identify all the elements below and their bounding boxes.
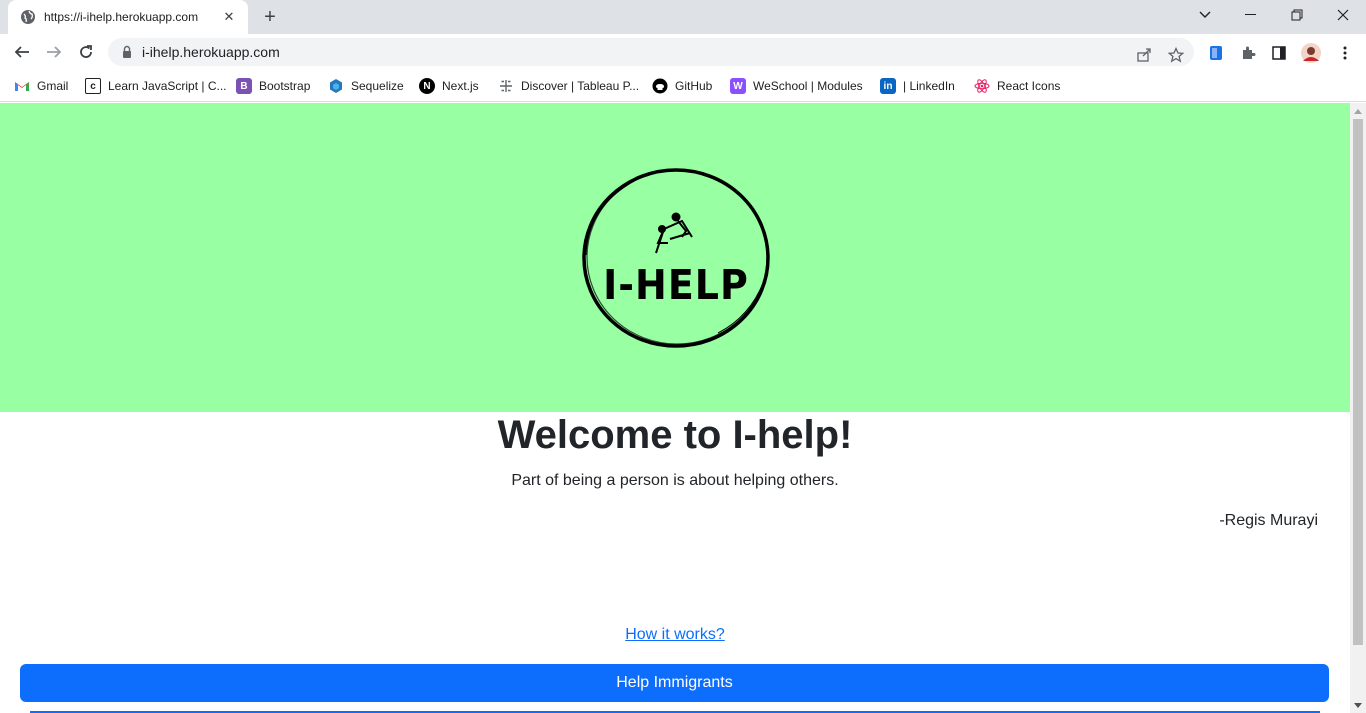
how-it-works-link[interactable]: How it works?	[0, 626, 1350, 644]
bookmark-label: Next.js	[442, 79, 479, 93]
bootstrap-icon: B	[236, 78, 252, 94]
bookmark-label: React Icons	[997, 79, 1061, 93]
bookmark-codecademy[interactable]: c Learn JavaScript | C...	[85, 75, 227, 97]
close-window-button[interactable]	[1320, 0, 1366, 30]
reload-button[interactable]	[72, 38, 100, 66]
scroll-down-arrow-icon[interactable]	[1353, 700, 1363, 710]
url-text: i-ihelp.herokuapp.com	[142, 44, 280, 60]
linkedin-icon: in	[880, 78, 896, 94]
nextjs-icon: N	[419, 78, 435, 94]
share-icon[interactable]	[1134, 45, 1154, 65]
sequelize-icon	[328, 78, 344, 94]
bookmark-label: WeSchool | Modules	[753, 79, 863, 93]
bookmarks-bar: Gmail c Learn JavaScript | C... B Bootst…	[0, 70, 1366, 102]
tab-title: https://i-ihelp.herokuapp.com	[44, 10, 199, 24]
back-button[interactable]	[8, 38, 36, 66]
scrollbar-thumb[interactable]	[1353, 119, 1363, 645]
bookmark-linkedin[interactable]: in | LinkedIn	[880, 75, 955, 97]
profile-avatar[interactable]	[1300, 42, 1322, 64]
new-tab-button[interactable]: +	[258, 6, 282, 28]
bookmark-star-icon[interactable]	[1166, 45, 1186, 65]
page-title: Welcome to I-help!	[497, 413, 853, 457]
bookmark-nextjs[interactable]: N Next.js	[419, 75, 479, 97]
bookmark-react-icons[interactable]: React Icons	[974, 75, 1060, 97]
reading-list-icon[interactable]	[1205, 42, 1227, 64]
globe-icon	[20, 9, 36, 25]
scroll-up-arrow-icon[interactable]	[1353, 106, 1363, 116]
page-viewport: I-HELP Welcome to I-help! Part of being …	[0, 103, 1350, 713]
bookmark-label: Sequelize	[351, 79, 404, 93]
helping-hands-icon	[655, 212, 693, 254]
forward-button[interactable]	[40, 38, 68, 66]
bookmark-label: | LinkedIn	[903, 79, 955, 93]
logo-text: I-HELP	[603, 261, 749, 309]
bookmark-bootstrap[interactable]: B Bootstrap	[236, 75, 310, 97]
logo-circle-icon	[582, 168, 770, 348]
github-icon	[652, 78, 668, 94]
gmail-icon	[14, 78, 30, 94]
bookmark-label: Gmail	[37, 79, 69, 93]
bookmark-label: Discover | Tableau P...	[521, 79, 640, 93]
site-logo: I-HELP	[578, 165, 774, 351]
bookmark-label: Bootstrap	[259, 79, 311, 93]
restore-button[interactable]	[1274, 0, 1320, 30]
address-bar[interactable]: i-ihelp.herokuapp.com	[108, 38, 1194, 66]
tableau-icon	[498, 78, 514, 94]
vertical-scrollbar[interactable]	[1350, 103, 1366, 713]
more-menu-icon[interactable]	[1334, 42, 1356, 64]
bookmark-label: GitHub	[675, 79, 713, 93]
close-tab-icon[interactable]: ✕	[220, 8, 238, 26]
quote-author: -Regis Murayi	[1219, 512, 1318, 529]
weschool-icon: W	[730, 78, 746, 94]
quote-text: Part of being a person is about helping …	[511, 472, 839, 489]
minimize-button[interactable]	[1228, 0, 1274, 30]
bookmark-weschool[interactable]: W WeSchool | Modules	[730, 75, 863, 97]
hero-banner: I-HELP	[0, 103, 1350, 412]
bookmark-gmail[interactable]: Gmail	[14, 75, 68, 97]
browser-toolbar: i-ihelp.herokuapp.com	[0, 34, 1366, 70]
help-immigrants-button[interactable]: Help Immigrants	[20, 664, 1329, 702]
bookmark-tableau[interactable]: Discover | Tableau P...	[498, 75, 639, 97]
lock-icon[interactable]	[120, 45, 134, 59]
extensions-icon[interactable]	[1237, 42, 1259, 64]
react-icon	[974, 78, 990, 94]
bookmark-sequelize[interactable]: Sequelize	[328, 75, 404, 97]
bookmark-github[interactable]: GitHub	[652, 75, 712, 97]
codecademy-icon: c	[85, 78, 101, 94]
tab-strip: https://i-ihelp.herokuapp.com ✕ +	[0, 0, 1366, 34]
tab-search-icon[interactable]	[1182, 0, 1228, 30]
side-panel-icon[interactable]	[1268, 42, 1290, 64]
browser-tab[interactable]: https://i-ihelp.herokuapp.com ✕	[8, 0, 248, 34]
bookmark-label: Learn JavaScript | C...	[108, 79, 227, 93]
